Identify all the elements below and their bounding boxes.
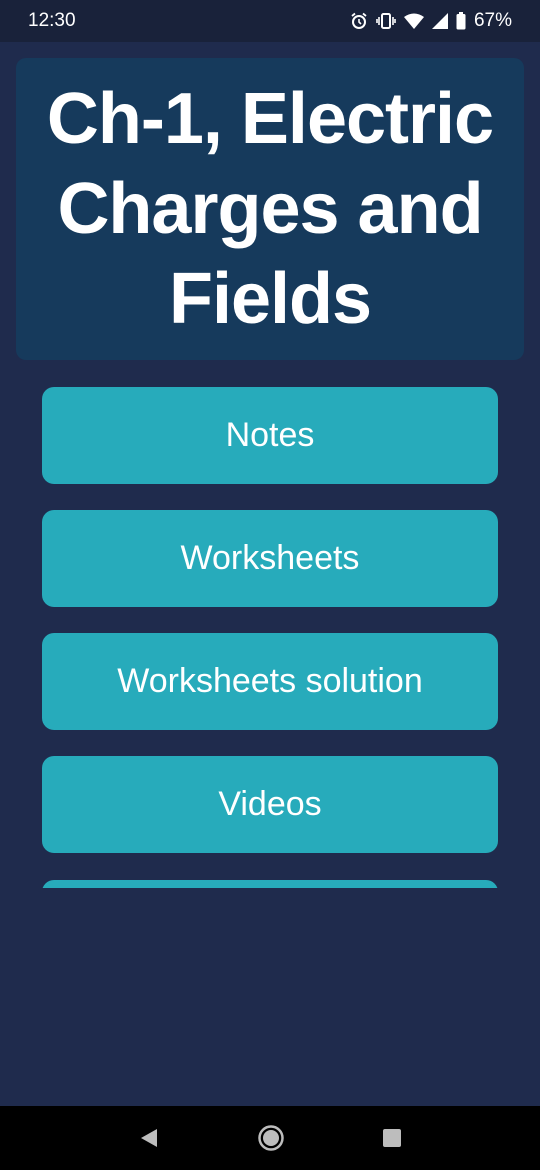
page-title: Ch-1, Electric Charges and Fields <box>46 79 494 339</box>
recents-icon[interactable] <box>382 1128 402 1148</box>
notes-button[interactable]: Notes <box>42 387 498 484</box>
videos-button[interactable]: Videos <box>42 756 498 853</box>
status-icons: 67% <box>350 10 512 32</box>
back-icon[interactable] <box>138 1127 160 1149</box>
alarm-icon <box>350 12 368 30</box>
menu-list: Notes Worksheets Worksheets solution Vid… <box>42 387 498 879</box>
signal-icon <box>431 13 448 29</box>
wifi-icon <box>403 13 424 29</box>
worksheets-button[interactable]: Worksheets <box>42 510 498 607</box>
vibrate-icon <box>376 13 396 29</box>
home-icon[interactable] <box>257 1124 285 1152</box>
navigation-bar <box>0 1106 540 1170</box>
worksheets-solution-button[interactable]: Worksheets solution <box>42 633 498 730</box>
status-bar: 12:30 67% <box>0 0 540 42</box>
battery-percent: 67% <box>473 10 512 31</box>
status-time: 12:30 <box>28 10 76 31</box>
title-card: Ch-1, Electric Charges and Fields <box>16 58 524 360</box>
battery-icon <box>456 12 466 30</box>
partially-visible-button[interactable] <box>42 880 498 888</box>
